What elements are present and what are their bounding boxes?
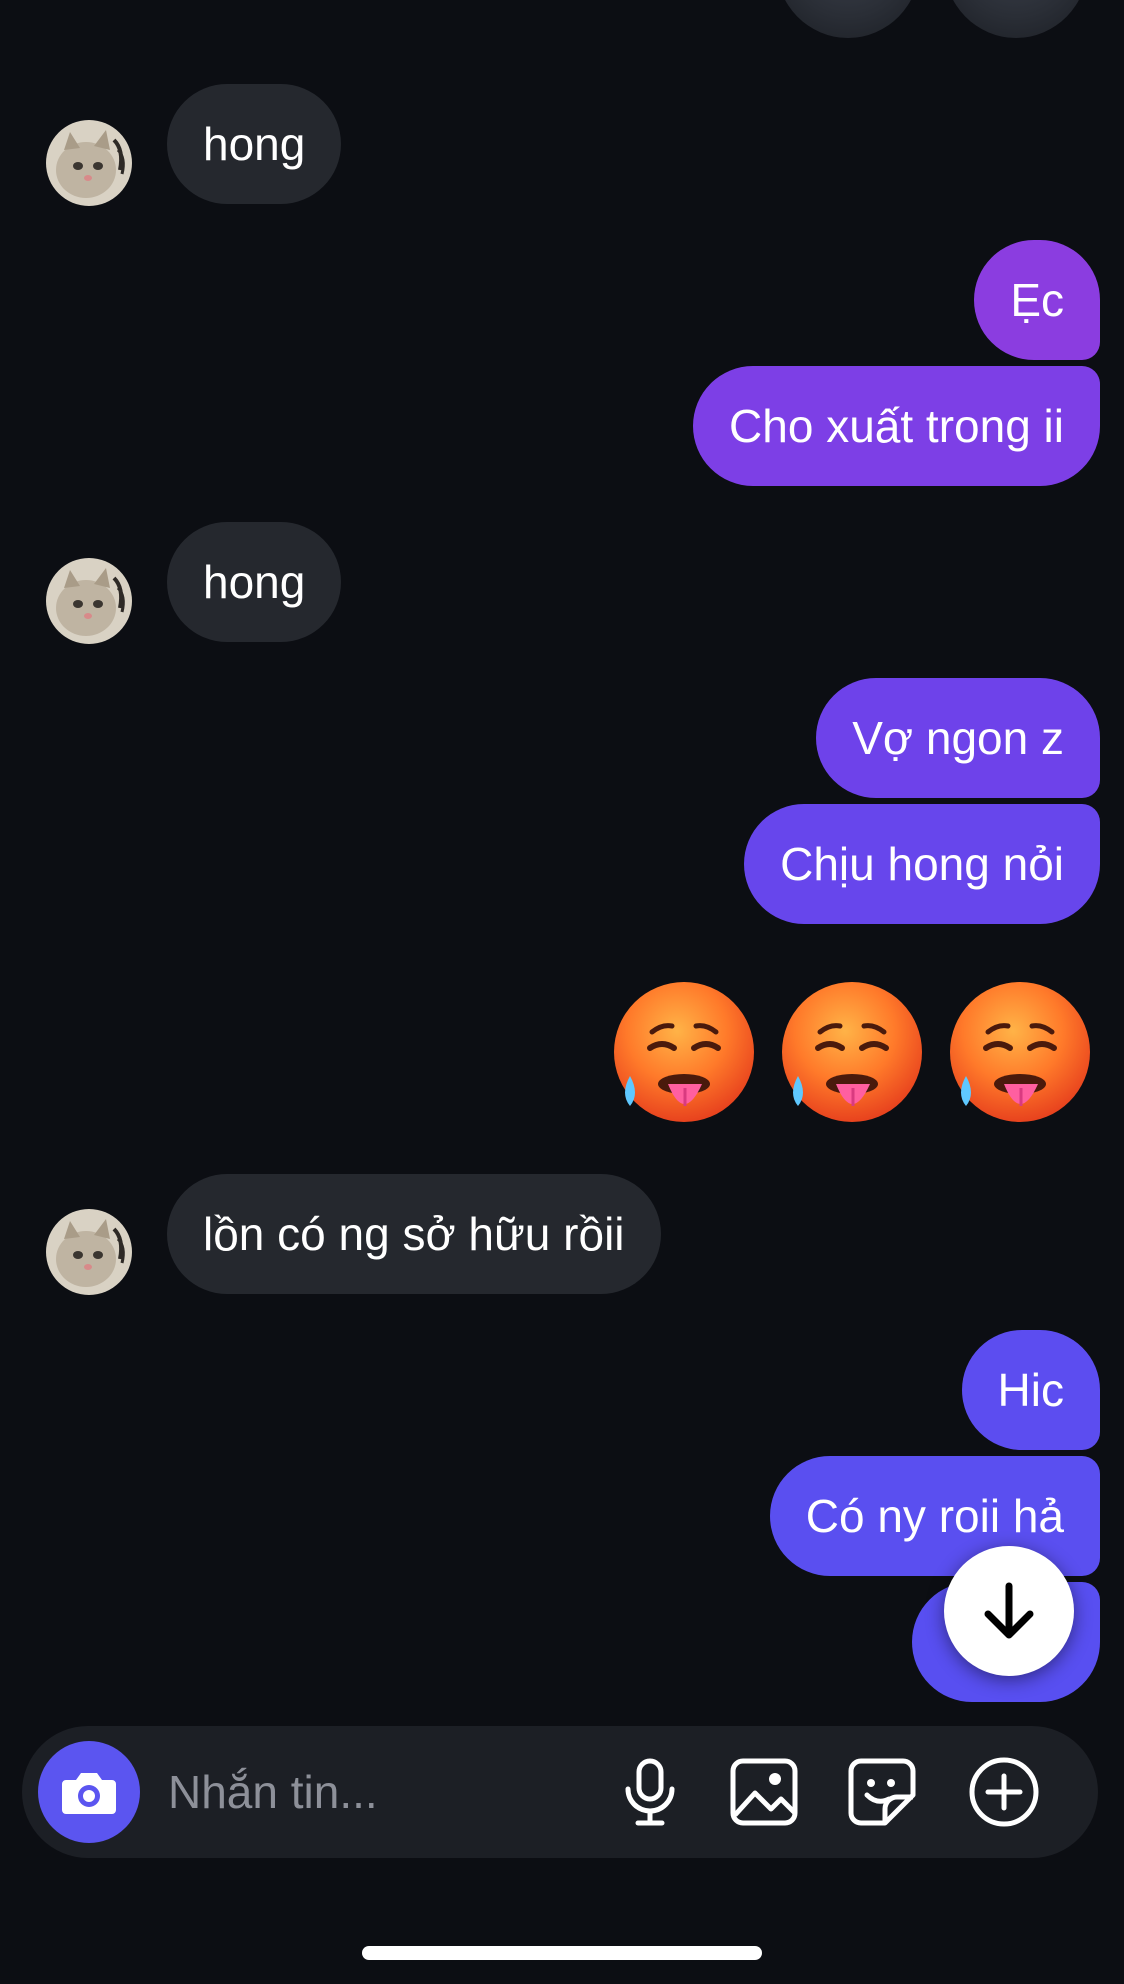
cat-avatar-icon <box>46 558 132 644</box>
image-icon <box>730 1758 798 1826</box>
incoming-message[interactable]: lồn có ng sở hữu rồii <box>167 1174 661 1294</box>
message-text: hong <box>203 118 306 170</box>
contact-avatar[interactable] <box>46 120 132 206</box>
sticker-icon <box>848 1758 916 1826</box>
outgoing-message[interactable]: Có ny roii hả <box>769 1456 1100 1576</box>
emoji-message[interactable] <box>612 980 1092 1130</box>
hot-face-emoji-icon <box>950 982 1090 1122</box>
contact-avatar[interactable] <box>46 1209 132 1295</box>
hot-face-emoji-icon <box>614 982 754 1122</box>
partial-emoji-top-1 <box>776 0 920 38</box>
message-text: lồn có ng sở hữu rồii <box>203 1208 625 1260</box>
partial-emoji-top-2 <box>944 0 1088 38</box>
message-text: Chịu hong nỏi <box>780 838 1064 890</box>
home-indicator[interactable] <box>362 1946 762 1960</box>
outgoing-message[interactable]: Vợ ngon z <box>816 678 1100 798</box>
message-text: hong <box>203 556 306 608</box>
camera-icon <box>62 1773 116 1814</box>
message-input[interactable]: Nhắn tin... <box>168 1726 608 1858</box>
incoming-message[interactable]: hong <box>167 522 342 642</box>
scroll-to-bottom-button[interactable] <box>944 1546 1074 1676</box>
voice-message-button[interactable] <box>610 1752 690 1832</box>
outgoing-message[interactable]: Chịu hong nỏi <box>744 804 1100 924</box>
chat-screen: hong Ẹc Cho xuất trong ii hong Vợ ngon z… <box>0 0 1124 1984</box>
add-circle-icon <box>969 1757 1039 1827</box>
camera-button[interactable] <box>38 1741 140 1843</box>
message-text: Ẹc <box>1010 274 1064 326</box>
cat-avatar-icon <box>46 120 132 206</box>
outgoing-message[interactable]: Hic <box>961 1330 1100 1450</box>
more-options-button[interactable] <box>964 1752 1044 1832</box>
message-text: Vợ ngon z <box>852 712 1064 764</box>
gallery-button[interactable] <box>724 1752 804 1832</box>
outgoing-message[interactable]: Cho xuất trong ii <box>693 366 1100 486</box>
arrow-down-icon <box>984 1582 1034 1639</box>
message-composer: Nhắn tin... <box>22 1726 1098 1858</box>
hot-face-emoji-icon <box>782 982 922 1122</box>
message-text: Hic <box>997 1364 1064 1416</box>
contact-avatar[interactable] <box>46 558 132 644</box>
cat-avatar-icon <box>46 1209 132 1295</box>
sticker-button[interactable] <box>842 1752 922 1832</box>
incoming-message[interactable]: hong <box>167 84 342 204</box>
message-text: Có ny roii hả <box>805 1490 1064 1542</box>
message-input-placeholder: Nhắn tin... <box>168 1766 378 1818</box>
message-text: Cho xuất trong ii <box>729 400 1064 452</box>
microphone-icon <box>625 1758 675 1826</box>
outgoing-message[interactable]: Ẹc <box>974 240 1100 360</box>
